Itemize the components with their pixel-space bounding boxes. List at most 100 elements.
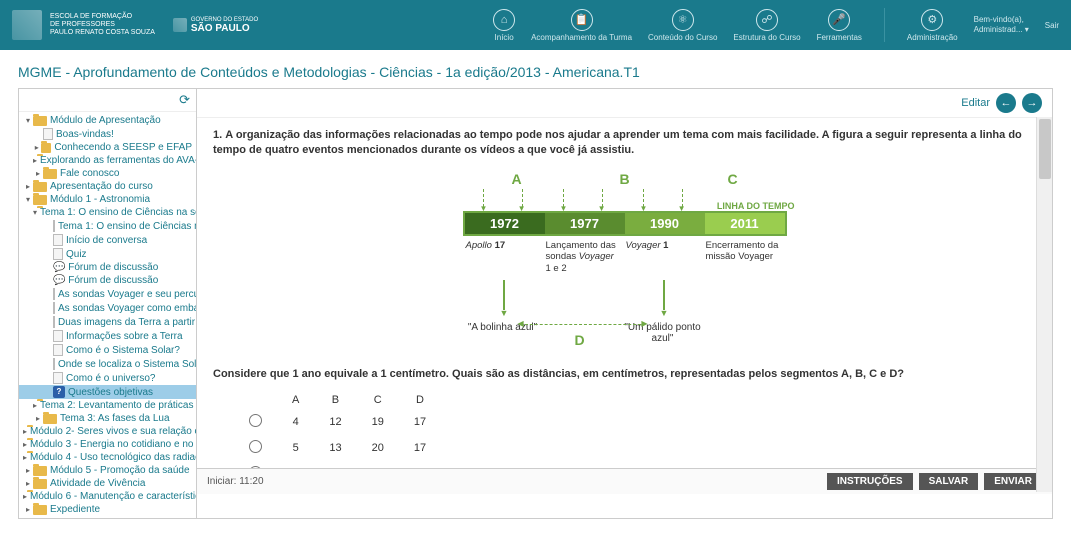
tree-label: Módulo 1 - Astronomia (50, 194, 150, 205)
nav-inicio-label: Início (495, 33, 514, 42)
tree-mod1[interactable]: ▾Módulo 1 - Astronomia (19, 193, 196, 206)
q2-text: Considere que 1 ano equivale a 1 centíme… (213, 368, 904, 380)
header-nav: ⌂Início 📋Acompanhamento da Turma ⚛Conteú… (493, 8, 1059, 42)
nav-conteudo[interactable]: ⚛Conteúdo do Curso (648, 9, 717, 42)
folder-icon (33, 182, 47, 192)
doc-icon (53, 372, 63, 384)
tree-como-uni[interactable]: Como é o universo? (19, 371, 196, 385)
tree-atividade[interactable]: ▸Atividade de Vivência (19, 477, 196, 490)
tree-label: Onde se localiza o Sistema Solar? (58, 359, 196, 370)
nav-cont-label: Conteúdo do Curso (648, 33, 717, 42)
tree-sondas2[interactable]: As sondas Voyager como embaix (19, 301, 196, 315)
enviar-button[interactable]: ENVIAR (984, 473, 1042, 490)
tree-duas-img[interactable]: Duas imagens da Terra a partir d (19, 315, 196, 329)
tree-inicio-conv[interactable]: Início de conversa (19, 233, 196, 247)
arrow-down-icon (503, 280, 505, 310)
tree-label: Quiz (66, 249, 87, 260)
tree-label: Boas-vindas! (56, 129, 114, 140)
tree-label: Conhecendo a SEESP e EFAP (54, 142, 192, 153)
tree-label: Módulo 6 - Manutenção e característic (30, 491, 196, 502)
welcome-line1: Bem-vindo(a), (974, 15, 1029, 25)
tree-mod4[interactable]: ▸Módulo 4 - Uso tecnológico das radiaç (19, 451, 196, 464)
tree-tema3[interactable]: ▸Tema 3: As fases da Lua (19, 412, 196, 425)
scrollbar-thumb[interactable] (1039, 119, 1051, 179)
q1-text: A organização das informações relacionad… (213, 129, 1022, 156)
question-1: 1. A organização das informações relacio… (213, 128, 1036, 159)
tree-mod2[interactable]: ▸Módulo 2- Seres vivos e sua relação co (19, 425, 196, 438)
tree-expediente[interactable]: ▸Expediente (19, 503, 196, 516)
tree-tema2[interactable]: ▸Tema 2: Levantamento de práticas c (19, 399, 196, 412)
doc-icon (53, 344, 63, 356)
tree-explorando[interactable]: ▸Explorando as ferramentas do AVA- (19, 154, 196, 167)
tree-mod-apresentacao[interactable]: ▾Módulo de Apresentação (19, 114, 196, 127)
tree-label: Fale conosco (60, 168, 119, 179)
nav-acompanhamento[interactable]: 📋Acompanhamento da Turma (531, 9, 632, 42)
chevron-down-icon[interactable]: ▾ (1025, 25, 1029, 34)
nav-ferramentas[interactable]: 🎤Ferramentas (817, 9, 862, 42)
tree-sondas1[interactable]: As sondas Voyager e seu percurs (19, 287, 196, 301)
tree-como-sol[interactable]: Como é o Sistema Solar? (19, 343, 196, 357)
tree-label: Como é o universo? (66, 373, 156, 384)
answer-row: 4121917 (235, 410, 440, 434)
answer-row: 5132017 (235, 436, 440, 460)
tree-boas-vindas[interactable]: Boas-vindas! (19, 127, 196, 141)
col-a: A (278, 392, 313, 408)
tree-mod5[interactable]: ▸Módulo 5 - Promoção da saúde (19, 464, 196, 477)
tree-mod6[interactable]: ▸Módulo 6 - Manutenção e característic (19, 490, 196, 503)
nav-sair-label: Sair (1045, 21, 1059, 30)
arrow-down-icon (663, 280, 665, 310)
tree-label: Expediente (50, 504, 100, 515)
sidebar-refresh: ⟳ (19, 89, 196, 112)
tree-apres-curso[interactable]: ▸Apresentação do curso (19, 180, 196, 193)
mic-icon: 🎤 (828, 9, 850, 31)
tree-conhecendo[interactable]: ▸Conhecendo a SEESP e EFAP (19, 141, 196, 154)
nav-admin[interactable]: ⚙Administração (907, 9, 958, 42)
tree-quiz[interactable]: Quiz (19, 247, 196, 261)
gov-logo-icon (173, 18, 187, 32)
tree-tema1-item[interactable]: Tema 1: O ensino de Ciências na (19, 219, 196, 233)
content-toolbar: Editar ← → (197, 89, 1052, 118)
tree-label: Módulo 5 - Promoção da saúde (50, 465, 190, 476)
tree-tema1[interactable]: ▾Tema 1: O ensino de Ciências na soc (19, 206, 196, 219)
tree-label: Questões objetivas (68, 387, 153, 398)
instrucoes-button[interactable]: INSTRUÇÕES (827, 473, 913, 490)
top-header: ESCOLA DE FORMAÇÃO DE PROFESSORES PAULO … (0, 0, 1071, 50)
tree-onde-sol[interactable]: Onde se localiza o Sistema Solar? (19, 357, 196, 371)
org-icon: ☍ (756, 9, 778, 31)
scrollbar[interactable] (1036, 117, 1052, 492)
salvar-button[interactable]: SALVAR (919, 473, 979, 490)
breadcrumb: MGME - Aprofundamento de Conteúdos e Met… (0, 50, 1071, 88)
tree-forum2[interactable]: 💬 Fórum de discussão (19, 274, 196, 287)
tree-label: Módulo 2- Seres vivos e sua relação co (30, 426, 196, 437)
forum-icon: 💬 (53, 262, 65, 273)
tree-label: Módulo de Apresentação (50, 115, 161, 126)
answer-radio-2[interactable] (249, 440, 262, 453)
next-button[interactable]: → (1022, 93, 1042, 113)
tree-label: Apresentação do curso (50, 181, 153, 192)
edit-link[interactable]: Editar (961, 97, 990, 109)
school-line3: PAULO RENATO COSTA SOUZA (50, 29, 155, 37)
tree-info-terra[interactable]: Informações sobre a Terra (19, 329, 196, 343)
school-line2: DE PROFESSORES (50, 21, 155, 29)
prev-button[interactable]: ← (996, 93, 1016, 113)
refresh-icon[interactable]: ⟳ (179, 92, 190, 107)
school-logo-icon (12, 10, 42, 40)
timeline-brackets (463, 189, 703, 207)
divider (884, 8, 885, 42)
tree-fale[interactable]: ▸Fale conosco (19, 167, 196, 180)
segment-c: C (693, 171, 773, 187)
col-d: D (400, 392, 440, 408)
doc-icon (53, 358, 55, 370)
quote-palido: "Um pálido ponto azul" (623, 322, 703, 344)
tree-label: Módulo 4 - Uso tecnológico das radiaç (30, 452, 196, 463)
tree-questoes[interactable]: ?Questões objetivas (19, 385, 196, 399)
nav-inicio[interactable]: ⌂Início (493, 9, 515, 42)
nav-estrutura[interactable]: ☍Estrutura do Curso (733, 9, 800, 42)
tree-forum1[interactable]: 💬 Fórum de discussão (19, 261, 196, 274)
tree-label: Fórum de discussão (68, 275, 158, 286)
tree-mod3[interactable]: ▸Módulo 3 - Energia no cotidiano e no si (19, 438, 196, 451)
welcome-line2: Administrad... (974, 25, 1023, 34)
folder-icon (41, 143, 52, 153)
answer-radio-1[interactable] (249, 414, 262, 427)
nav-sair[interactable]: Sair (1045, 21, 1059, 30)
